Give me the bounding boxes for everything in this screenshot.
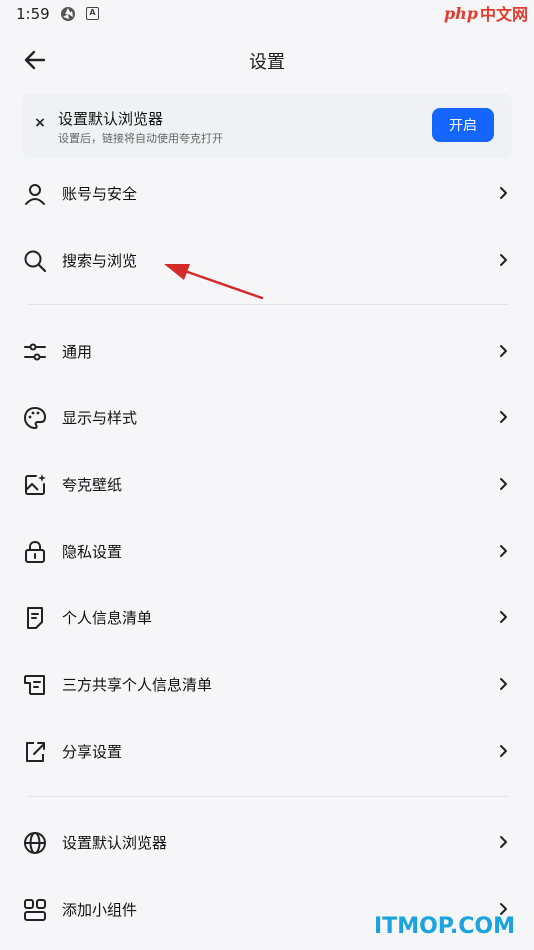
annotation-arrow-icon [164,264,264,300]
wallpaper-icon [25,474,46,495]
watermark-php-suffix: 中文网 [479,5,528,24]
chevron-right-icon [500,187,507,199]
chevron-right-icon [500,611,507,623]
settings-item-privacy[interactable]: 隐私设置 [0,523,534,579]
settings-item-share[interactable]: 分享设置 [0,723,534,779]
settings-item-default-browser[interactable]: 设置默认浏览器 [0,814,534,870]
settings-item-label: 搜索与浏览 [62,252,138,270]
status-time: 1:59 [16,5,50,23]
settings-item-label: 三方共享个人信息清单 [62,676,213,694]
enable-button[interactable]: 开启 [432,108,494,142]
lock-icon [25,540,45,563]
settings-item-display[interactable]: 显示与样式 [0,389,534,445]
chevron-right-icon [500,678,507,690]
watermark-php-prefix: php [443,3,478,23]
settings-item-label: 分享设置 [62,743,123,761]
chevron-right-icon [500,745,507,757]
globe-icon [24,832,46,854]
divider [28,796,508,797]
settings-item-label: 通用 [62,343,93,361]
sliders-icon [24,343,46,361]
settings-item-account[interactable]: 账号与安全 [0,165,534,221]
divider [28,304,508,305]
settings-item-third-party-info[interactable]: 三方共享个人信息清单 [0,656,534,712]
chevron-right-icon [500,345,507,357]
chevron-right-icon [500,836,507,848]
watermark-php: php 中文网 [444,1,528,25]
search-icon [24,250,47,273]
shared-document-icon [24,675,45,695]
widgets-icon [24,899,46,921]
chevron-right-icon [500,478,507,490]
chevron-right-icon [500,545,507,557]
share-icon [26,742,45,762]
page-title: 设置 [249,52,285,73]
palette-icon [23,406,47,430]
aperture-icon [61,7,75,21]
default-browser-banner: × 设置默认浏览器 设置后，链接将自动使用夸克打开 开启 [22,93,512,159]
settings-item-label: 隐私设置 [62,543,123,561]
settings-item-label: 账号与安全 [62,185,138,203]
banner-subtitle: 设置后，链接将自动使用夸克打开 [58,132,223,145]
settings-item-personal-info[interactable]: 个人信息清单 [0,589,534,645]
banner-close-icon[interactable]: × [32,115,48,131]
settings-item-label: 设置默认浏览器 [62,834,168,852]
settings-item-label: 添加小组件 [62,901,138,919]
settings-item-wallpaper[interactable]: 夸克壁纸 [0,456,534,512]
settings-item-label: 个人信息清单 [62,609,153,627]
settings-item-general[interactable]: 通用 [0,323,534,379]
document-icon [27,607,43,629]
settings-item-label: 夸克壁纸 [62,476,123,494]
settings-item-label: 显示与样式 [62,409,138,427]
chevron-right-icon [500,411,507,423]
notification-a-icon: A [86,7,99,20]
watermark-itmop: ITMOP.COM [374,914,515,939]
banner-title: 设置默认浏览器 [58,110,164,128]
header: 设置 [0,34,534,86]
chevron-right-icon [500,254,507,266]
person-icon [25,184,45,205]
